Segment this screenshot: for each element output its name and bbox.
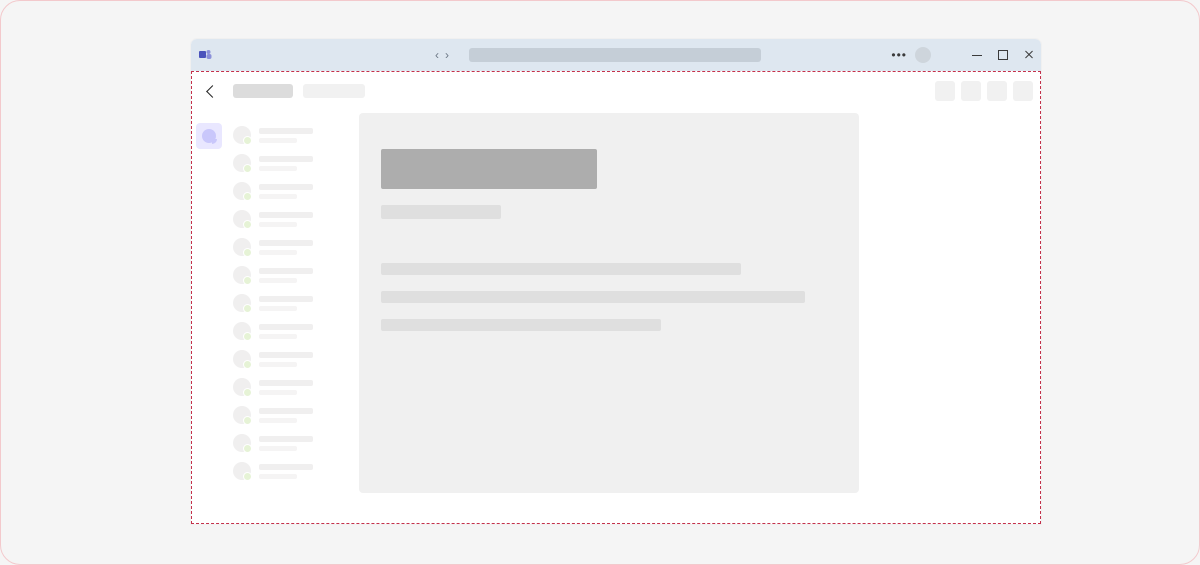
content-area — [359, 111, 1041, 524]
back-button[interactable] — [199, 79, 223, 103]
list-item[interactable] — [227, 429, 359, 457]
nav-back-icon[interactable]: ‹ — [435, 49, 439, 61]
card-body-line — [381, 291, 805, 303]
search-input[interactable] — [469, 48, 761, 62]
list-item[interactable] — [227, 457, 359, 485]
chat-preview — [259, 380, 313, 395]
chat-list — [227, 111, 359, 524]
header-action-button[interactable] — [935, 81, 955, 101]
list-item[interactable] — [227, 261, 359, 289]
avatar — [233, 154, 251, 172]
app-rail — [191, 111, 227, 524]
avatar — [233, 406, 251, 424]
card-subtitle — [381, 205, 501, 219]
avatar — [233, 210, 251, 228]
chat-preview — [259, 268, 313, 283]
chat-preview — [259, 128, 313, 143]
header-actions — [935, 81, 1033, 101]
card-title — [381, 149, 597, 189]
header-action-button[interactable] — [961, 81, 981, 101]
main-area — [191, 111, 1041, 524]
teams-window: ‹ › ••• — [191, 39, 1041, 524]
list-item[interactable] — [227, 233, 359, 261]
avatar — [233, 238, 251, 256]
card-body-line — [381, 319, 661, 331]
chat-preview — [259, 408, 313, 423]
avatar — [233, 266, 251, 284]
list-item[interactable] — [227, 289, 359, 317]
avatar — [233, 462, 251, 480]
chat-preview — [259, 436, 313, 451]
chat-preview — [259, 184, 313, 199]
app-body — [191, 71, 1041, 524]
list-item[interactable] — [227, 149, 359, 177]
breadcrumb[interactable] — [303, 84, 365, 98]
list-item[interactable] — [227, 205, 359, 233]
avatar — [233, 350, 251, 368]
window-controls — [971, 39, 1035, 71]
chat-preview — [259, 212, 313, 227]
header-action-button[interactable] — [1013, 81, 1033, 101]
avatar — [233, 322, 251, 340]
chat-bubble-icon — [202, 129, 216, 143]
header-action-button[interactable] — [987, 81, 1007, 101]
chat-preview — [259, 324, 313, 339]
page-header — [191, 71, 1041, 111]
avatar — [233, 182, 251, 200]
minimize-button[interactable] — [971, 49, 983, 61]
list-item[interactable] — [227, 317, 359, 345]
history-nav: ‹ › — [435, 39, 449, 71]
card-body — [381, 263, 837, 331]
maximize-button[interactable] — [997, 49, 1009, 61]
nav-forward-icon[interactable]: › — [445, 49, 449, 61]
chat-preview — [259, 464, 313, 479]
chat-preview — [259, 156, 313, 171]
list-item[interactable] — [227, 121, 359, 149]
more-menu-icon[interactable]: ••• — [891, 39, 907, 71]
example-frame: ‹ › ••• — [0, 0, 1200, 565]
content-card — [359, 113, 859, 493]
list-item[interactable] — [227, 401, 359, 429]
list-item[interactable] — [227, 345, 359, 373]
title-bar: ‹ › ••• — [191, 39, 1041, 71]
avatar — [233, 126, 251, 144]
avatar — [233, 378, 251, 396]
chat-preview — [259, 352, 313, 367]
card-body-line — [381, 263, 741, 275]
avatar — [233, 434, 251, 452]
close-button[interactable] — [1023, 49, 1035, 61]
teams-logo-icon — [199, 48, 213, 62]
avatar — [233, 294, 251, 312]
list-item[interactable] — [227, 373, 359, 401]
chat-preview — [259, 240, 313, 255]
account-avatar[interactable] — [915, 47, 931, 63]
rail-item-chat[interactable] — [196, 123, 222, 149]
list-item[interactable] — [227, 177, 359, 205]
chat-preview — [259, 296, 313, 311]
breadcrumb[interactable] — [233, 84, 293, 98]
